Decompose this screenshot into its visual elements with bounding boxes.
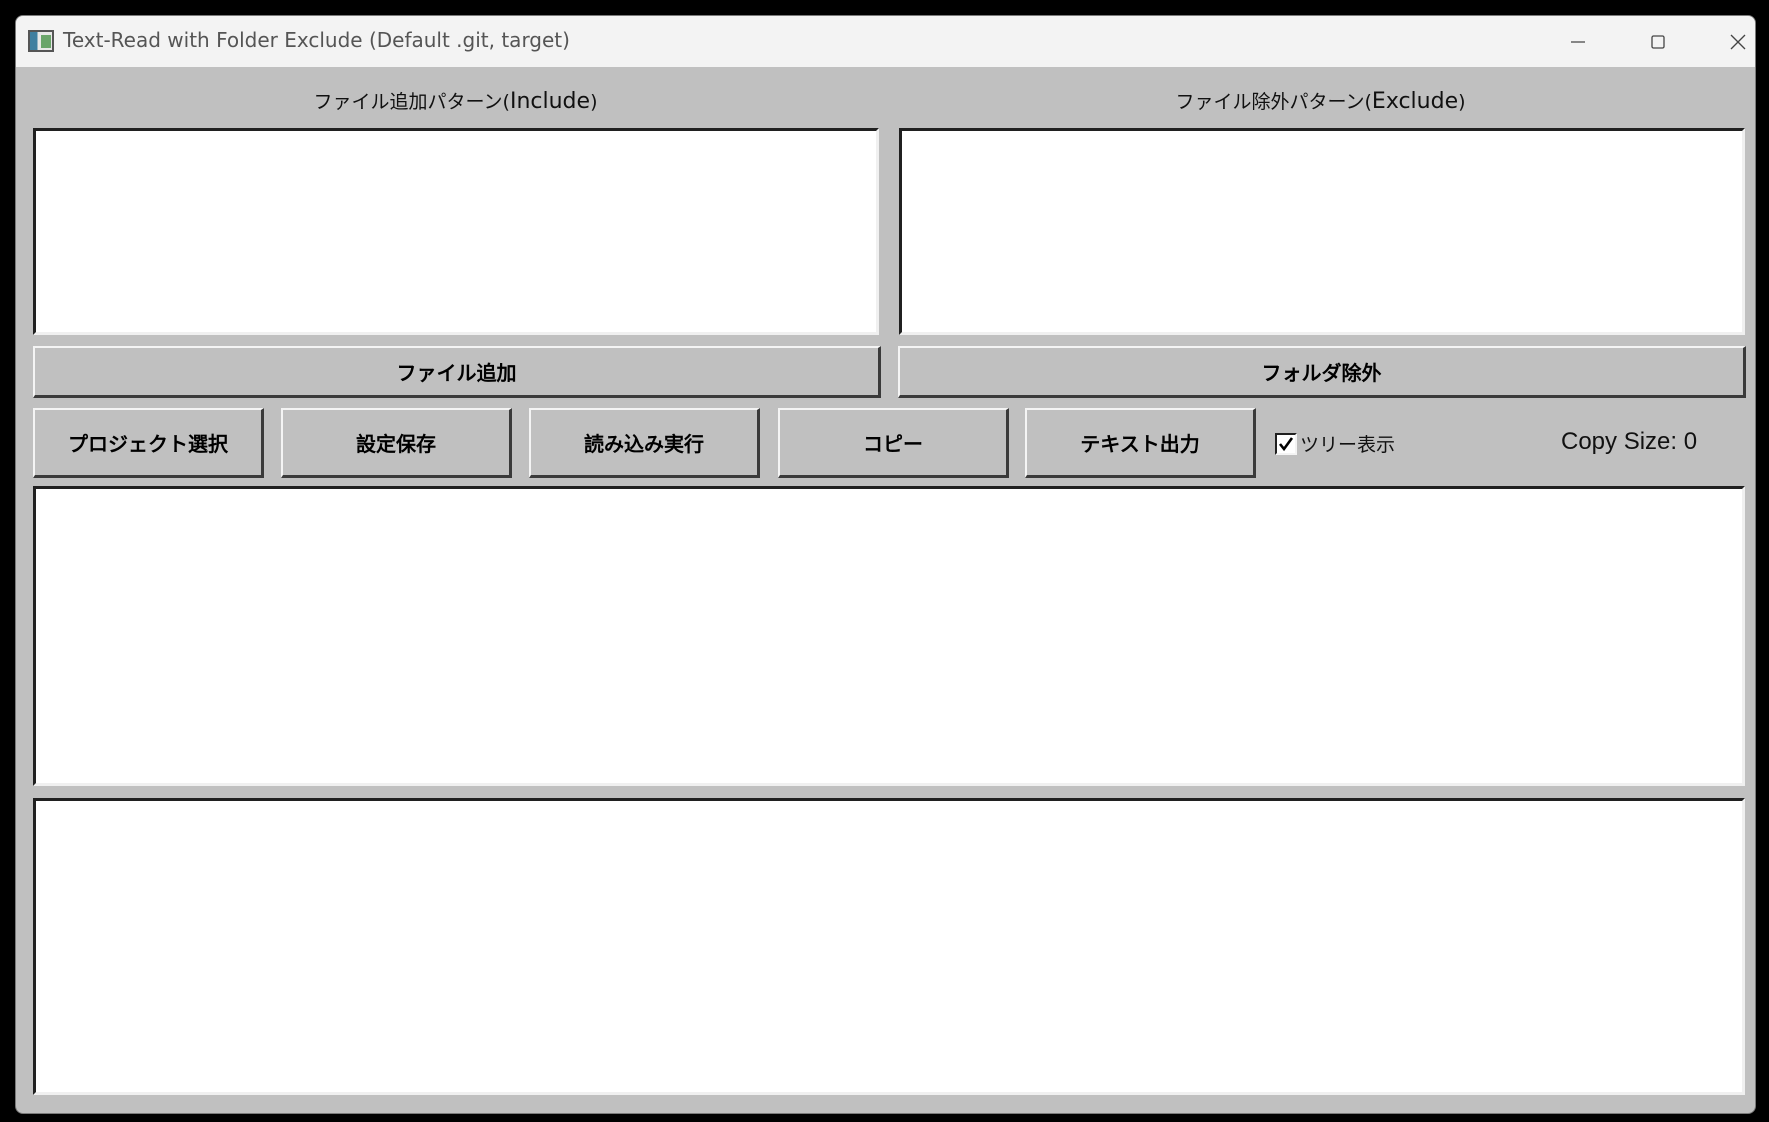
- checkmark-icon: [1278, 436, 1294, 451]
- run-read-button[interactable]: 読み込み実行: [529, 408, 760, 478]
- window-title: Text-Read with Folder Exclude (Default .…: [63, 28, 570, 52]
- tree-view-toggle[interactable]: ツリー表示: [1275, 430, 1395, 457]
- exclude-folder-button[interactable]: フォルダ除外: [898, 346, 1746, 398]
- maximize-icon: [1651, 34, 1665, 49]
- app-icon: [28, 30, 54, 52]
- exclude-label-close: ): [1458, 91, 1466, 113]
- include-label-jp: ファイル追加パターン(: [313, 91, 510, 113]
- include-pattern-input[interactable]: [33, 128, 879, 335]
- minimize-icon: [1571, 40, 1585, 43]
- title-bar[interactable]: Text-Read with Folder Exclude (Default .…: [16, 16, 1755, 67]
- copy-size-readout: Copy Size: 0: [1561, 428, 1698, 455]
- tree-view-checkbox[interactable]: [1275, 432, 1297, 455]
- exclude-pattern-label: ファイル除外パターン(Exclude): [898, 87, 1743, 114]
- output-text-area[interactable]: [33, 798, 1745, 1095]
- include-label-en: Include: [509, 89, 591, 114]
- exclude-label-jp: ファイル除外パターン(: [1175, 91, 1372, 113]
- exclude-label-en: Exclude: [1371, 89, 1459, 114]
- maximize-button[interactable]: [1618, 16, 1698, 67]
- file-list-area[interactable]: [33, 486, 1745, 786]
- close-icon: [1730, 34, 1746, 49]
- minimize-button[interactable]: [1538, 16, 1618, 67]
- text-export-button[interactable]: テキスト出力: [1025, 408, 1256, 478]
- copy-button[interactable]: コピー: [778, 408, 1009, 478]
- app-window: Text-Read with Folder Exclude (Default .…: [15, 15, 1756, 1114]
- select-project-button[interactable]: プロジェクト選択: [33, 408, 264, 478]
- exclude-pattern-input[interactable]: [899, 128, 1745, 335]
- add-file-button[interactable]: ファイル追加: [33, 346, 881, 398]
- tree-view-label: ツリー表示: [1300, 434, 1396, 456]
- include-label-close: ): [590, 91, 598, 113]
- save-settings-button[interactable]: 設定保存: [281, 408, 512, 478]
- close-button[interactable]: [1698, 16, 1755, 67]
- include-pattern-label: ファイル追加パターン(Include): [33, 87, 878, 114]
